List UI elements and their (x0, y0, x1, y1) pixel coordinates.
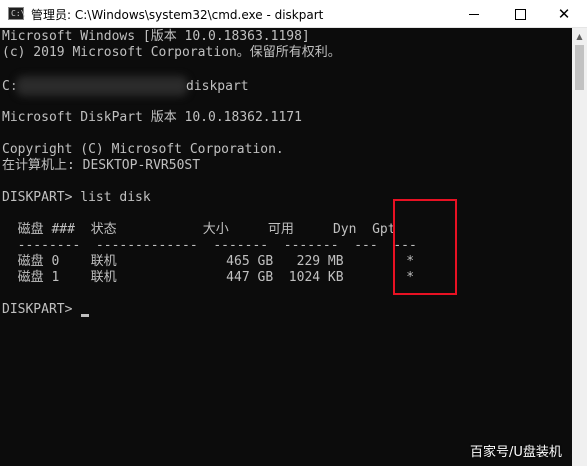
console-line: (c) 2019 Microsoft Corporation。保留所有权利。 (2, 45, 341, 60)
maximize-button[interactable] (497, 0, 543, 28)
minimize-icon (469, 13, 479, 15)
console-output[interactable]: Microsoft Windows [版本 10.0.18363.1198] (… (0, 28, 572, 466)
table-separator: -------- ------------- ------- ------- -… (2, 238, 417, 253)
window-title: 管理员: C:\Windows\system32\cmd.exe - diskp… (31, 8, 324, 22)
watermark-text: 百家号/U盘装机 (470, 445, 562, 460)
console-line: Copyright (C) Microsoft Corporation. (2, 142, 284, 157)
close-icon: ✕ (557, 4, 571, 23)
console-line: Microsoft DiskPart 版本 10.0.18362.1171 (2, 110, 302, 125)
maximize-icon (514, 8, 526, 20)
gpt-column-highlight (393, 199, 457, 295)
table-header: 磁盘 ### 状态 大小 可用 Dyn Gpt (2, 222, 396, 237)
console-line: Microsoft Windows [版本 10.0.18363.1198] (2, 29, 310, 44)
text-cursor (81, 314, 89, 317)
scrollbar-thumb[interactable] (575, 45, 584, 90)
redacted-path (16, 76, 188, 96)
title-bar[interactable]: C:\ 管理员: C:\Windows\system32\cmd.exe - d… (0, 0, 587, 28)
cmd-icon: C:\ (8, 7, 25, 20)
console-prompt: DISKPART> (2, 302, 81, 317)
table-row: 磁盘 0 联机 465 GB 229 MB * (2, 254, 415, 269)
table-row: 磁盘 1 联机 447 GB 1024 KB * (2, 270, 415, 285)
close-button[interactable]: ✕ (541, 0, 587, 28)
vertical-scrollbar[interactable]: ▲ (572, 28, 587, 466)
console-line: 在计算机上: DESKTOP-RVR50ST (2, 158, 201, 173)
console-line: DISKPART> list disk (2, 190, 151, 205)
console-line: diskpart (186, 79, 249, 94)
cmd-window: C:\ 管理员: C:\Windows\system32\cmd.exe - d… (0, 0, 587, 466)
minimize-button[interactable] (451, 0, 497, 28)
scroll-up-icon[interactable]: ▲ (572, 28, 587, 45)
